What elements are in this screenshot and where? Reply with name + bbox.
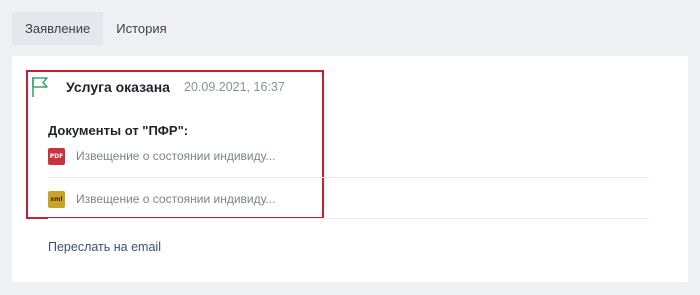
tab-bar: Заявление История: [12, 12, 180, 45]
tab-application[interactable]: Заявление: [12, 12, 104, 45]
document-name[interactable]: Извещение о состоянии индивиду...: [76, 149, 275, 163]
pdf-file-icon: PDF: [48, 147, 65, 165]
flag-icon: [32, 77, 48, 97]
document-item[interactable]: xml Извещение о состоянии индивиду...: [48, 188, 275, 210]
xml-file-icon: xml: [48, 190, 65, 208]
document-name[interactable]: Извещение о состоянии индивиду...: [76, 192, 275, 206]
tab-history[interactable]: История: [103, 12, 179, 45]
divider: [48, 218, 649, 219]
application-panel: Услуга оказана 20.09.2021, 16:37 Докумен…: [12, 56, 688, 282]
document-item[interactable]: PDF Извещение о состоянии индивиду...: [48, 145, 275, 167]
status-title: Услуга оказана: [66, 79, 170, 95]
divider: [48, 177, 649, 178]
status-timestamp: 20.09.2021, 16:37: [184, 80, 285, 94]
documents-title: Документы от "ПФР":: [48, 123, 189, 138]
forward-email-link[interactable]: Переслать на email: [48, 240, 161, 254]
